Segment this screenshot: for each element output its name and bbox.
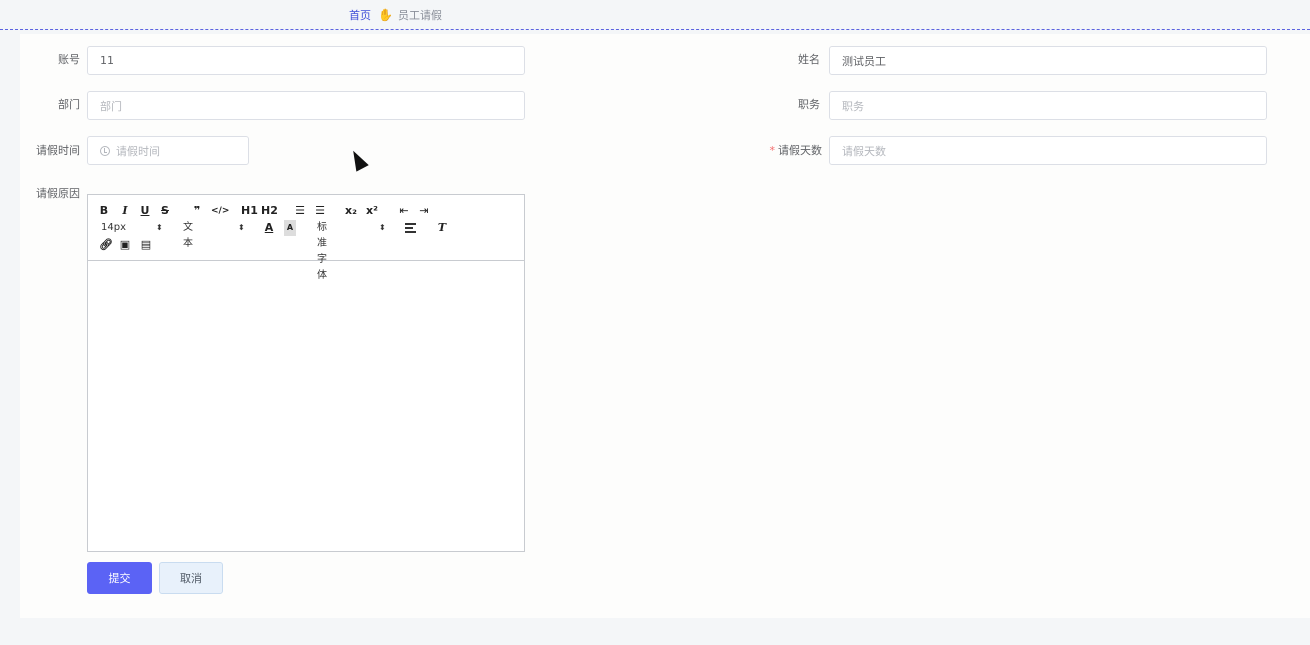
- editor-content-area[interactable]: [88, 261, 524, 551]
- italic-button[interactable]: I: [120, 203, 130, 219]
- font-size-caret-icon: ⬍: [156, 223, 163, 232]
- submit-button[interactable]: 提交: [87, 562, 152, 594]
- underline-button[interactable]: U: [140, 203, 150, 219]
- font-family-caret-icon: ⬍: [379, 223, 386, 232]
- strike-button[interactable]: S: [160, 203, 170, 219]
- background-color-icon[interactable]: A: [284, 220, 296, 236]
- department-label: 部门: [58, 98, 80, 111]
- leave-time-picker[interactable]: 请假时间: [87, 136, 249, 165]
- editor-toolbar: B I U S ❞ </> H1 H2 ☰ ☰ x₂ x² ⇤ ⇥ 14px ⬍…: [88, 195, 524, 281]
- account-label: 账号: [58, 53, 80, 66]
- text-type-picker[interactable]: 文本: [183, 220, 193, 249]
- reason-label: 请假原因: [36, 187, 80, 200]
- bold-button[interactable]: B: [99, 203, 109, 219]
- subscript-button[interactable]: x₂: [345, 203, 357, 219]
- blockquote-icon[interactable]: ❞: [191, 203, 203, 219]
- image-icon[interactable]: ▣: [119, 237, 131, 253]
- position-input[interactable]: 职务: [829, 91, 1267, 120]
- ordered-list-icon[interactable]: ☰: [294, 203, 306, 219]
- breadcrumb-current: 员工请假: [397, 8, 442, 22]
- rich-text-editor: B I U S ❞ </> H1 H2 ☰ ☰ x₂ x² ⇤ ⇥ 14px ⬍…: [87, 194, 525, 552]
- account-input[interactable]: 11: [87, 46, 525, 75]
- department-input[interactable]: 部门: [87, 91, 525, 120]
- name-input[interactable]: 测试员工: [829, 46, 1267, 75]
- font-family-picker[interactable]: 标准字体: [317, 220, 327, 281]
- font-size-picker[interactable]: 14px: [101, 220, 126, 236]
- header2-button[interactable]: H2: [261, 203, 278, 219]
- superscript-button[interactable]: x²: [366, 203, 378, 219]
- video-icon[interactable]: ▤: [140, 237, 152, 253]
- header1-button[interactable]: H1: [241, 203, 258, 219]
- leave-days-label-wrap: * 请假天数: [740, 144, 823, 158]
- outdent-icon[interactable]: ⇤: [398, 203, 410, 219]
- bullet-list-icon[interactable]: ☰: [314, 203, 326, 219]
- leave-days-input[interactable]: 请假天数: [829, 136, 1267, 165]
- name-label: 姓名: [798, 53, 820, 66]
- clear-format-icon[interactable]: T: [436, 220, 448, 236]
- breadcrumb: 首页 ✋ 员工请假: [0, 0, 1310, 30]
- text-type-caret-icon: ⬍: [238, 223, 245, 232]
- leave-time-label: 请假时间: [36, 144, 80, 157]
- clock-icon: [100, 145, 110, 156]
- cancel-button[interactable]: 取消: [159, 562, 223, 594]
- required-asterisk: *: [769, 144, 776, 157]
- breadcrumb-home[interactable]: 首页: [349, 7, 371, 23]
- text-color-icon[interactable]: A: [263, 220, 275, 236]
- indent-icon[interactable]: ⇥: [418, 203, 430, 219]
- code-block-icon[interactable]: </>: [211, 203, 229, 219]
- align-icon[interactable]: [405, 223, 416, 233]
- leave-days-label: 请假天数: [778, 144, 822, 157]
- leave-form-card: 账号 11 姓名 测试员工 部门 部门 职务 职务 请假时间 请假时间 * 请假天…: [20, 34, 1310, 618]
- leave-time-placeholder: 请假时间: [116, 144, 160, 158]
- hand-icon: ✋: [378, 7, 393, 22]
- link-icon[interactable]: 🔗︎: [99, 237, 113, 253]
- position-label: 职务: [798, 98, 820, 111]
